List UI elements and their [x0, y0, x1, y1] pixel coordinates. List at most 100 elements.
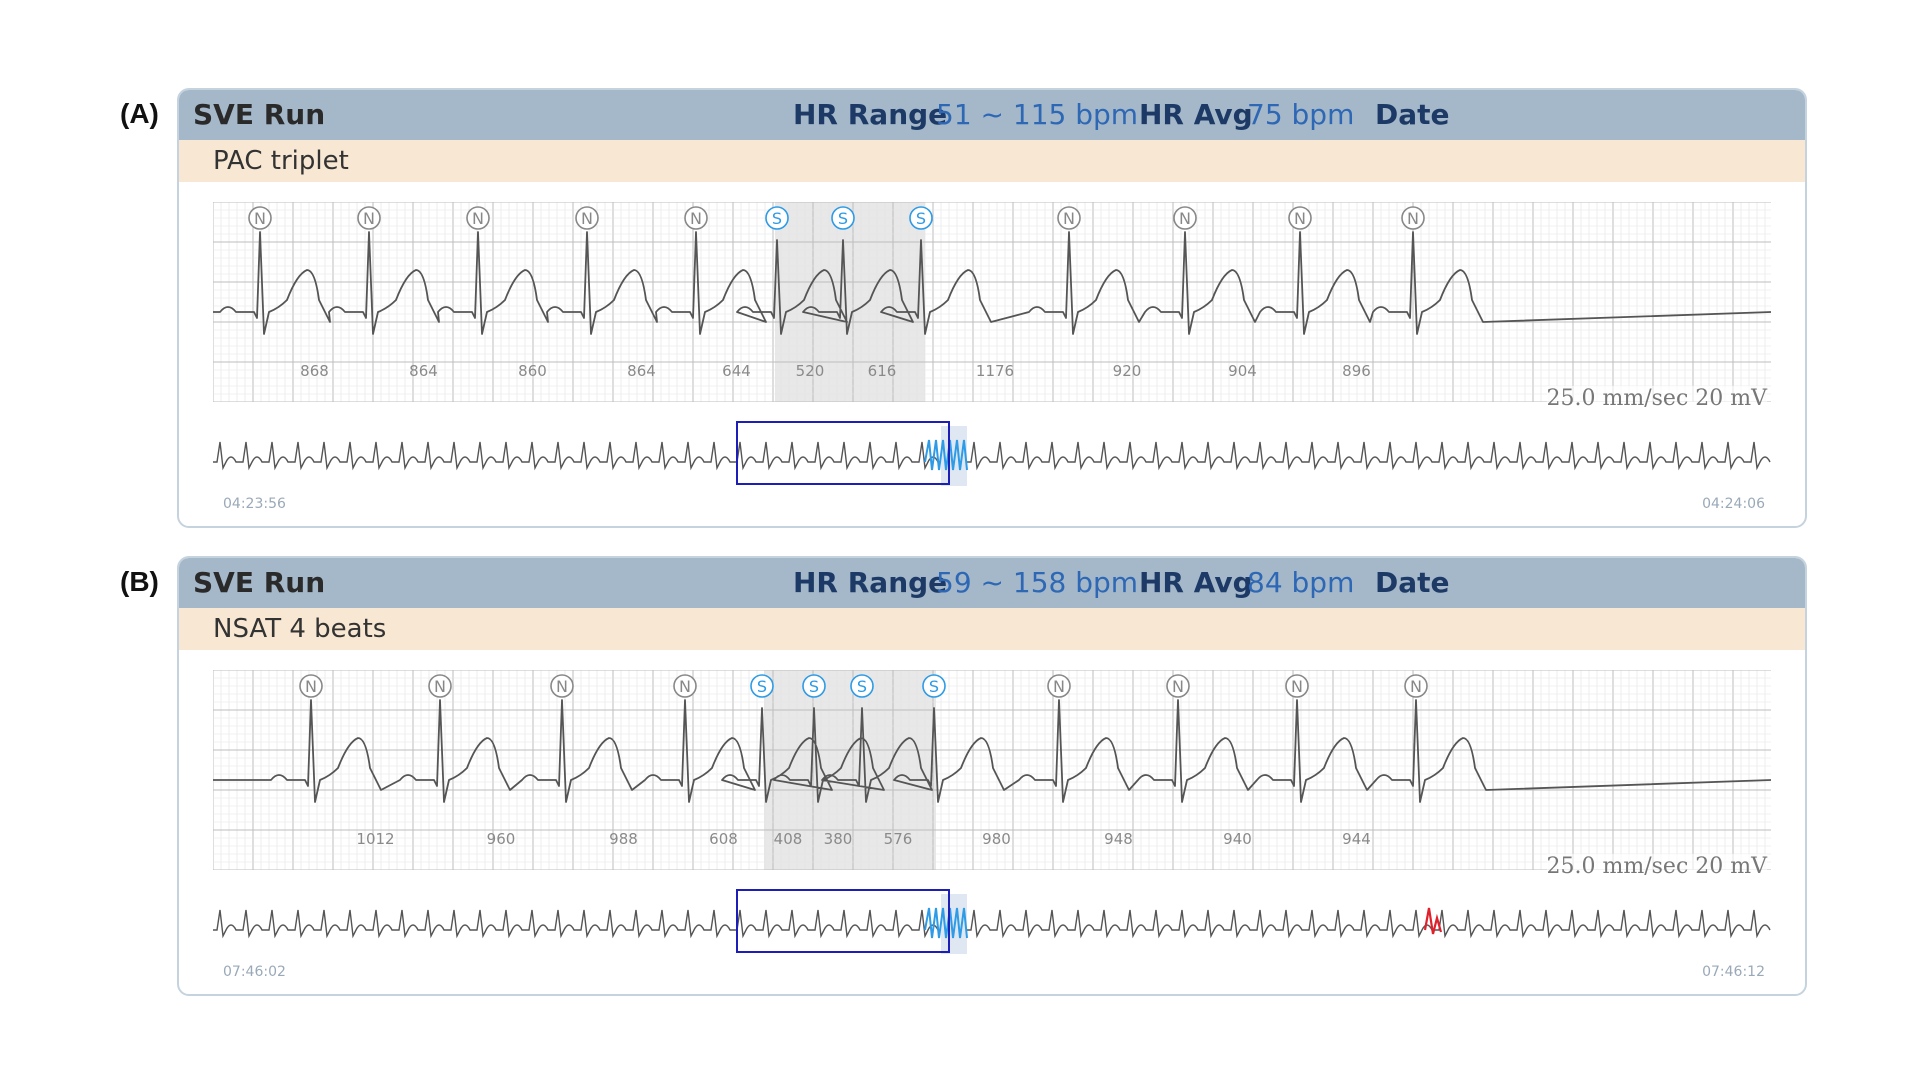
event-type-title: SVE Run: [193, 566, 326, 599]
rr-interval-label: 960: [487, 830, 516, 848]
ecg-strip[interactable]: N N N N N S S S N N N N 868 864 860 864 644 520 616 1176 920…: [213, 202, 1771, 402]
rhythm-trace: [213, 909, 1771, 939]
strip-end-time: 07:46:12: [1702, 964, 1765, 980]
n-beat-marker[interactable]: N: [248, 206, 272, 230]
n-beat-marker[interactable]: N: [550, 674, 574, 698]
beat-type-label: N: [1407, 209, 1419, 228]
beat-type-label: N: [1063, 209, 1075, 228]
s-beat-marker[interactable]: S: [802, 674, 826, 698]
beat-type-label: N: [690, 209, 702, 228]
rr-interval-label: 860: [518, 362, 547, 380]
beat-type-label: N: [305, 677, 317, 696]
beat-type-label: S: [857, 677, 867, 696]
strip-start-time: 07:46:02: [223, 964, 286, 980]
rr-interval-label: 864: [409, 362, 438, 380]
beat-type-label: S: [809, 677, 819, 696]
rr-interval-label: 616: [868, 362, 897, 380]
beat-type-label: N: [679, 677, 691, 696]
event-subtype-bar: NSAT 4 beats: [179, 608, 1805, 650]
strip-start-time: 04:23:56: [223, 496, 286, 512]
n-beat-marker[interactable]: N: [357, 206, 381, 230]
n-beat-marker[interactable]: N: [1285, 674, 1309, 698]
ecg-event-card-a[interactable]: SVE Run HR Range 51 ~ 115 bpm HR Avg 75 …: [177, 88, 1807, 528]
s-beat-marker[interactable]: S: [850, 674, 874, 698]
s-beat-marker[interactable]: S: [922, 674, 946, 698]
n-beat-marker[interactable]: N: [299, 674, 323, 698]
beat-type-label: S: [838, 209, 848, 228]
ecg-event-card-b[interactable]: SVE Run HR Range 59 ~ 158 bpm HR Avg 84 …: [177, 556, 1807, 996]
beat-type-label: N: [472, 209, 484, 228]
s-beat-marker[interactable]: S: [909, 206, 933, 230]
rhythm-overview-strip[interactable]: [213, 420, 1771, 490]
hr-range-value: 51 ~ 115 bpm: [936, 98, 1139, 131]
n-beat-marker[interactable]: N: [1057, 206, 1081, 230]
n-beat-marker[interactable]: N: [684, 206, 708, 230]
rr-interval-label: 408: [774, 830, 803, 848]
beat-type-label: S: [929, 677, 939, 696]
rr-interval-label: 940: [1223, 830, 1252, 848]
beat-type-label: S: [772, 209, 782, 228]
n-beat-marker[interactable]: N: [428, 674, 452, 698]
hr-range-label: HR Range: [793, 566, 948, 599]
hr-range-label: HR Range: [793, 98, 948, 131]
rr-interval-label: 920: [1113, 362, 1142, 380]
n-beat-marker[interactable]: N: [466, 206, 490, 230]
card-header: SVE Run HR Range 59 ~ 158 bpm HR Avg 84 …: [179, 558, 1805, 608]
n-beat-marker[interactable]: N: [1288, 206, 1312, 230]
hr-avg-value: 84 bpm: [1247, 566, 1355, 599]
n-beat-marker[interactable]: N: [1404, 674, 1428, 698]
beat-type-label: N: [1053, 677, 1065, 696]
beat-type-label: N: [254, 209, 266, 228]
event-subtype-label: NSAT 4 beats: [213, 614, 387, 644]
rr-interval-label: 520: [796, 362, 825, 380]
n-beat-marker[interactable]: N: [1047, 674, 1071, 698]
rhythm-trace: [213, 441, 1771, 471]
s-beat-marker[interactable]: S: [750, 674, 774, 698]
rr-interval-label: 864: [627, 362, 656, 380]
beat-type-label: S: [757, 677, 767, 696]
ecg-scale-label: 25.0 mm/sec 20 mV: [1546, 854, 1767, 879]
hr-avg-label: HR Avg: [1139, 566, 1253, 599]
ecg-trace: [213, 231, 1771, 335]
figure-label-a: (A): [120, 98, 159, 129]
beat-type-label: S: [916, 209, 926, 228]
beat-type-label: N: [581, 209, 593, 228]
rr-interval-label: 904: [1228, 362, 1257, 380]
n-beat-marker[interactable]: N: [673, 674, 697, 698]
hr-avg-value: 75 bpm: [1247, 98, 1355, 131]
beat-type-label: N: [434, 677, 446, 696]
n-beat-marker[interactable]: N: [1401, 206, 1425, 230]
s-beat-marker[interactable]: S: [831, 206, 855, 230]
beat-type-label: N: [1172, 677, 1184, 696]
rr-interval-label: 644: [722, 362, 751, 380]
rr-interval-label: 944: [1342, 830, 1371, 848]
date-label: Date: [1375, 566, 1450, 599]
n-beat-marker[interactable]: N: [1166, 674, 1190, 698]
strip-end-time: 04:24:06: [1702, 496, 1765, 512]
rr-interval-label: 980: [982, 830, 1011, 848]
hr-avg-label: HR Avg: [1139, 98, 1253, 131]
hr-range-value: 59 ~ 158 bpm: [936, 566, 1139, 599]
card-header: SVE Run HR Range 51 ~ 115 bpm HR Avg 75 …: [179, 90, 1805, 140]
rr-interval-label: 868: [300, 362, 329, 380]
rr-interval-label: 1012: [356, 830, 394, 848]
rr-interval-label: 948: [1104, 830, 1133, 848]
rr-interval-label: 1176: [976, 362, 1014, 380]
beat-type-label: N: [1294, 209, 1306, 228]
beat-type-label: N: [1179, 209, 1191, 228]
s-beat-marker[interactable]: S: [765, 206, 789, 230]
ecg-strip[interactable]: N N N N S S S S N N N N 1012 960 988 608 408 380 576 980 948…: [213, 670, 1771, 870]
date-label: Date: [1375, 98, 1450, 131]
rhythm-overview-strip[interactable]: [213, 888, 1771, 958]
event-subtype-label: PAC triplet: [213, 146, 349, 176]
n-beat-marker[interactable]: N: [575, 206, 599, 230]
beat-type-label: N: [556, 677, 568, 696]
rr-interval-label: 380: [824, 830, 853, 848]
ecg-trace: [213, 699, 1771, 803]
event-type-title: SVE Run: [193, 98, 326, 131]
ecg-scale-label: 25.0 mm/sec 20 mV: [1546, 386, 1767, 411]
beat-type-label: N: [1291, 677, 1303, 696]
rr-interval-label: 576: [884, 830, 913, 848]
n-beat-marker[interactable]: N: [1173, 206, 1197, 230]
rr-interval-label: 608: [709, 830, 738, 848]
